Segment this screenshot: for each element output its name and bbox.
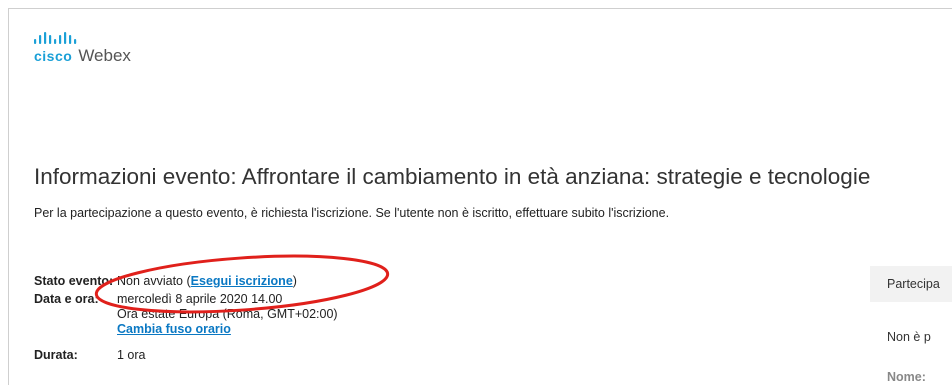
date-label: Data e ora:	[34, 292, 99, 306]
duration-label: Durata:	[34, 348, 78, 362]
duration-row: Durata: 1 ora	[34, 348, 338, 366]
status-close: )	[292, 274, 297, 288]
join-panel-title: Partecipa	[887, 277, 940, 291]
page-title: Informazioni evento: Affrontare il cambi…	[34, 164, 871, 189]
join-panel-notice: Non è p	[887, 330, 931, 344]
status-value: Non avviato (Esegui iscrizione)	[117, 274, 297, 292]
status-text: Non avviato (	[117, 274, 191, 288]
duration-value: 1 ora	[117, 348, 146, 362]
event-details: Stato evento: Non avviato (Esegui iscriz…	[34, 274, 338, 366]
status-row: Stato evento: Non avviato (Esegui iscriz…	[34, 274, 338, 292]
cisco-wordmark: cisco	[34, 48, 73, 64]
cisco-logo	[34, 32, 92, 46]
date-value: mercoledì 8 aprile 2020 14.00 Ora estate…	[117, 292, 338, 348]
cisco-bridge-icon	[34, 32, 77, 44]
change-timezone-link[interactable]: Cambia fuso orario	[117, 322, 338, 337]
timezone: Ora estate Europa (Roma, GMT+02:00)	[117, 307, 338, 321]
register-link[interactable]: Esegui iscrizione	[191, 274, 293, 288]
status-label: Stato evento:	[34, 274, 114, 288]
name-field-label: Nome:	[887, 370, 926, 384]
webex-wordmark: Webex	[78, 46, 131, 65]
date-time: mercoledì 8 aprile 2020 14.00	[117, 292, 283, 306]
date-row: Data e ora: mercoledì 8 aprile 2020 14.0…	[34, 292, 338, 348]
brand-wordmark: cisco Webex	[34, 46, 131, 66]
registration-notice: Per la partecipazione a questo evento, è…	[34, 206, 670, 220]
